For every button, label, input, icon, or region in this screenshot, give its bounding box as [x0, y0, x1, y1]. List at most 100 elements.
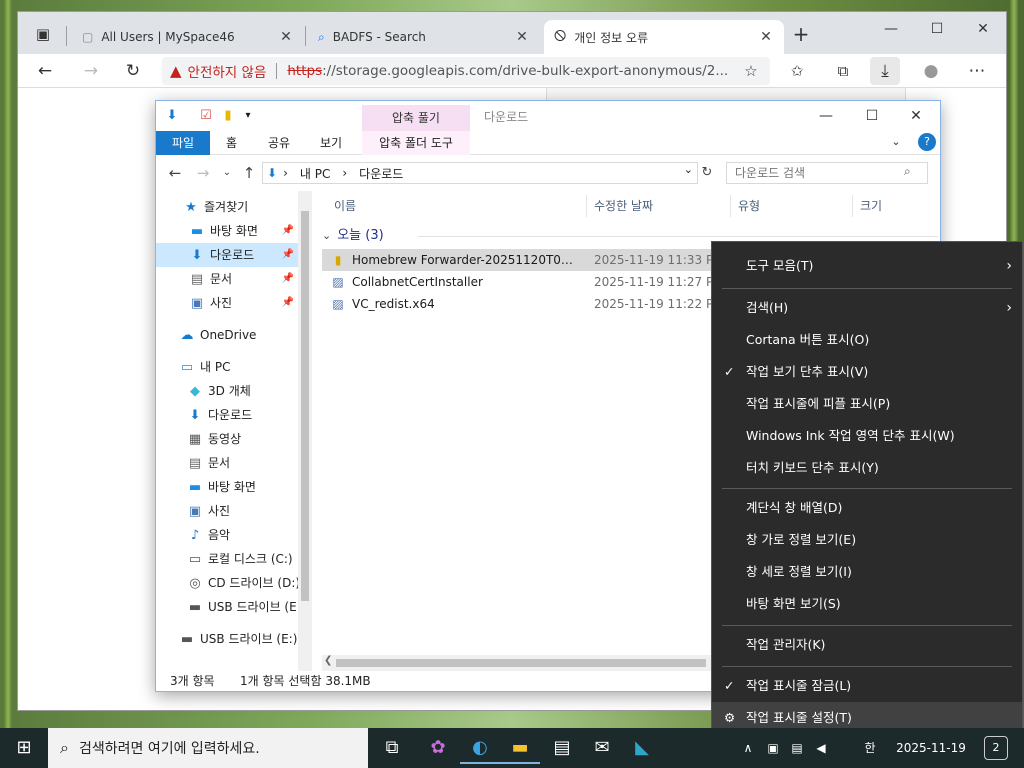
- minimize-icon[interactable]: —: [806, 105, 846, 127]
- breadcrumb-item[interactable]: 다운로드: [359, 165, 403, 182]
- nav-item-pictures[interactable]: ▣ 사진 📌: [156, 291, 298, 315]
- nav-item-downloads-pc[interactable]: ⬇ 다운로드: [156, 403, 298, 427]
- network-error-icon[interactable]: ▤: [788, 728, 806, 768]
- file-explorer-icon[interactable]: ▬: [500, 732, 540, 764]
- menu-item-search[interactable]: 검색(H) ›: [712, 292, 1022, 324]
- nav-item-cd-drive[interactable]: ◎ CD 드라이브 (D:): [156, 571, 298, 595]
- mail-icon[interactable]: ✉: [582, 732, 622, 764]
- menu-item-task-view[interactable]: ✓ 작업 보기 단추 표시(V): [712, 356, 1022, 388]
- menu-item-cortana[interactable]: Cortana 버튼 표시(O): [712, 324, 1022, 356]
- copilot-icon[interactable]: ✿: [418, 732, 458, 764]
- search-input[interactable]: 다운로드 검색: [726, 162, 928, 184]
- profile-icon[interactable]: ●: [916, 57, 946, 85]
- close-window-icon[interactable]: ✕: [960, 16, 1006, 42]
- menu-item-touch-keyboard[interactable]: 터치 키보드 단추 표시(Y): [712, 452, 1022, 484]
- breadcrumb[interactable]: ⬇ › 내 PC › 다운로드 ⌄: [262, 162, 698, 184]
- tab-actions-icon[interactable]: ▣: [28, 20, 58, 48]
- favorite-add-icon[interactable]: ☆: [736, 57, 766, 85]
- recent-locations-icon[interactable]: ⌄: [216, 162, 238, 184]
- menu-item-stacked[interactable]: 창 가로 정렬 보기(E): [712, 524, 1022, 556]
- breadcrumb-chevron-icon[interactable]: ›: [342, 166, 347, 180]
- customize-qat-icon[interactable]: ▾: [238, 106, 258, 126]
- minimize-icon[interactable]: —: [868, 16, 914, 42]
- nav-scrollbar[interactable]: [298, 191, 312, 671]
- store-icon[interactable]: ▤: [542, 732, 582, 764]
- tab-home[interactable]: 홈: [214, 131, 249, 155]
- task-view-icon[interactable]: ⧉: [372, 732, 412, 764]
- forward-icon[interactable]: →: [192, 162, 214, 184]
- nav-item-documents[interactable]: ▤ 문서 📌: [156, 267, 298, 291]
- tab-view[interactable]: 보기: [308, 131, 354, 155]
- more-options-icon[interactable]: ⋯: [962, 57, 992, 85]
- column-header-size[interactable]: 크기: [860, 195, 882, 217]
- nav-item-pictures-pc[interactable]: ▣ 사진: [156, 499, 298, 523]
- context-tab-extract[interactable]: 압축 풀기: [362, 105, 470, 131]
- speaker-muted-icon[interactable]: ◀: [812, 728, 830, 768]
- breadcrumb-item[interactable]: 내 PC: [300, 165, 330, 182]
- back-icon[interactable]: ←: [30, 57, 60, 85]
- tab-privacy-error[interactable]: 🛇 개인 정보 오류 ✕: [544, 20, 784, 54]
- close-tab-icon[interactable]: ✕: [278, 29, 294, 45]
- ribbon-expand-icon[interactable]: ⌄: [886, 131, 906, 153]
- network-icon[interactable]: ▣: [764, 728, 782, 768]
- menu-item-task-manager[interactable]: 작업 관리자(K): [712, 629, 1022, 661]
- menu-item-side-by-side[interactable]: 창 세로 정렬 보기(I): [712, 556, 1022, 588]
- app-dolphin-icon[interactable]: ◣: [622, 732, 662, 764]
- scroll-thumb[interactable]: [301, 211, 309, 601]
- column-header-type[interactable]: 유형: [738, 195, 760, 217]
- notification-center-icon[interactable]: 2: [984, 736, 1008, 760]
- menu-item-people[interactable]: 작업 표시줄에 피플 표시(P): [712, 388, 1022, 420]
- column-header-name[interactable]: 이름: [334, 195, 356, 217]
- close-tab-icon[interactable]: ✕: [758, 29, 774, 45]
- downloads-icon[interactable]: ⤓: [870, 57, 900, 85]
- nav-item-downloads[interactable]: ⬇ 다운로드 📌: [156, 243, 298, 267]
- show-hidden-icons-icon[interactable]: ∧: [740, 728, 756, 768]
- nav-item-usb-drive-root[interactable]: ▬ USB 드라이브 (E:): [156, 627, 298, 651]
- path-dropdown-icon[interactable]: ⌄: [684, 163, 693, 176]
- nav-item-onedrive[interactable]: ☁ OneDrive: [156, 323, 298, 347]
- menu-item-lock-taskbar[interactable]: ✓ 작업 표시줄 잠금(L): [712, 670, 1022, 702]
- help-icon[interactable]: ?: [918, 133, 936, 151]
- taskbar-search-box[interactable]: ⌕ 검색하려면 여기에 입력하세요.: [48, 728, 368, 768]
- tab-badfs-search[interactable]: ⌕ BADFS - Search ✕: [308, 20, 540, 54]
- ime-han-icon[interactable]: 한: [860, 728, 880, 768]
- tab-myspace[interactable]: ▢ All Users | MySpace46 ✕: [72, 20, 304, 54]
- favorites-icon[interactable]: ✩: [782, 57, 812, 85]
- nav-item-documents-pc[interactable]: ▤ 문서: [156, 451, 298, 475]
- menu-item-cascade[interactable]: 계단식 창 배열(D): [712, 492, 1022, 524]
- up-icon[interactable]: ↑: [238, 162, 260, 184]
- nav-item-this-pc[interactable]: ▭ 내 PC: [156, 355, 298, 379]
- nav-item-quick-access[interactable]: ★ 즐겨찾기: [156, 195, 298, 219]
- group-header-today[interactable]: ⌄ 오늘 (3): [322, 225, 384, 247]
- collections-icon[interactable]: ⧉: [828, 57, 858, 85]
- clock-date[interactable]: 2025-11-19: [888, 728, 974, 768]
- maximize-icon[interactable]: ☐: [914, 16, 960, 42]
- tab-file[interactable]: 파일: [156, 131, 210, 155]
- breadcrumb-chevron-icon[interactable]: ›: [283, 166, 288, 180]
- edge-icon[interactable]: ◐: [460, 732, 500, 764]
- nav-item-desktop-pc[interactable]: ▬ 바탕 화면: [156, 475, 298, 499]
- refresh-icon[interactable]: ↻: [118, 57, 148, 85]
- close-window-icon[interactable]: ✕: [896, 105, 936, 127]
- refresh-icon[interactable]: ↻: [696, 162, 718, 184]
- forward-icon[interactable]: →: [76, 57, 106, 85]
- scroll-left-icon[interactable]: ❮: [324, 655, 332, 666]
- nav-item-usb-drive[interactable]: ▬ USB 드라이브 (E:): [156, 595, 298, 619]
- nav-item-3d-objects[interactable]: ◆ 3D 개체: [156, 379, 298, 403]
- menu-item-windows-ink[interactable]: Windows Ink 작업 영역 단추 표시(W): [712, 420, 1022, 452]
- address-bar[interactable]: ▲ 안전하지 않음 https ://storage.googleapis.co…: [162, 57, 770, 85]
- quick-access-down-arrow-icon[interactable]: ⬇: [162, 106, 182, 126]
- tab-compressed-folder-tools[interactable]: 압축 폴더 도구: [362, 131, 470, 155]
- maximize-icon[interactable]: ☐: [852, 105, 892, 127]
- menu-item-show-desktop[interactable]: 바탕 화면 보기(S): [712, 588, 1022, 620]
- tab-share[interactable]: 공유: [256, 131, 302, 155]
- nav-item-desktop[interactable]: ▬ 바탕 화면 📌: [156, 219, 298, 243]
- windows-start-icon[interactable]: ⊞: [0, 728, 48, 768]
- nav-item-videos[interactable]: ▦ 동영상: [156, 427, 298, 451]
- scroll-thumb[interactable]: [336, 659, 706, 667]
- nav-item-local-disk[interactable]: ▭ 로컬 디스크 (C:): [156, 547, 298, 571]
- new-folder-icon[interactable]: ▮: [218, 106, 238, 126]
- back-icon[interactable]: ←: [164, 162, 186, 184]
- menu-item-toolbars[interactable]: 도구 모음(T) ›: [712, 250, 1022, 282]
- new-tab-icon[interactable]: +: [786, 20, 816, 48]
